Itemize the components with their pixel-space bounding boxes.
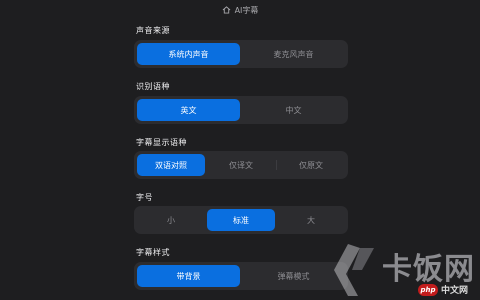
home-icon [222,6,231,14]
option-english[interactable]: 英文 [137,99,240,121]
option-chinese[interactable]: 中文 [242,99,345,121]
option-size-small[interactable]: 小 [137,209,205,231]
subtitle-display-segmented-control: 双语对照 仅译文 仅原文 [134,151,348,179]
option-bilingual[interactable]: 双语对照 [137,154,205,176]
php-site-badge: php 中文网 [418,283,468,296]
section-label-subtitle-style: 字幕样式 [136,248,170,257]
subtitle-style-segmented-control: 带背景 弹幕模式 [134,262,348,290]
option-translation-only[interactable]: 仅译文 [207,154,275,176]
option-size-large[interactable]: 大 [277,209,345,231]
option-size-standard[interactable]: 标准 [207,209,275,231]
option-microphone-audio[interactable]: 麦克风声音 [242,43,345,65]
section-label-recognition-language: 识别语种 [136,82,170,91]
option-original-only[interactable]: 仅原文 [276,154,345,176]
option-system-audio[interactable]: 系统内声音 [137,43,240,65]
section-label-subtitle-display-language: 字幕显示语种 [136,138,187,147]
section-label-audio-source: 声音来源 [136,26,170,35]
recognition-language-segmented-control: 英文 中文 [134,96,348,124]
font-size-segmented-control: 小 标准 大 [134,206,348,234]
window-titlebar: AI字幕 [0,0,480,20]
php-logo: php [418,283,438,296]
watermark-text: 卡饭网 [382,252,475,287]
option-with-background[interactable]: 带背景 [137,265,240,287]
audio-source-segmented-control: 系统内声音 麦克风声音 [134,40,348,68]
section-label-font-size: 字号 [136,193,153,202]
window-title: AI字幕 [234,5,259,15]
kafan-logo-icon [330,240,378,300]
php-site-text: 中文网 [441,286,469,296]
